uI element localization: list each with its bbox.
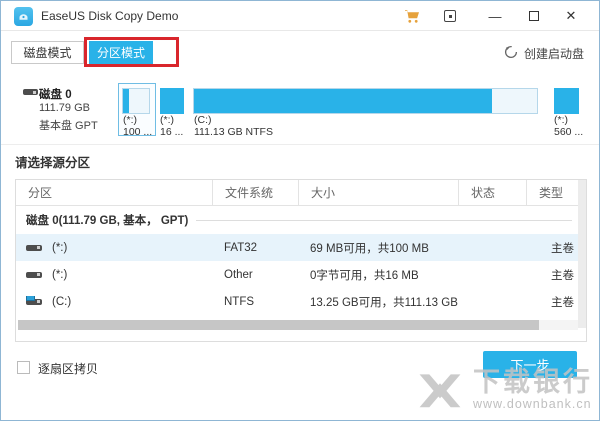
partition-bar-3[interactable] xyxy=(193,88,538,114)
boxed-dot-icon[interactable] xyxy=(439,1,461,31)
partition-table: 分区 文件系统 大小 状态 类型 磁盘 0(111.79 GB, 基本， GPT… xyxy=(15,179,587,342)
watermark-url: www.downbank.cn xyxy=(473,397,592,411)
table-row[interactable]: (C:) NTFS 13.25 GB可用，共111.13 GB 主卷 xyxy=(16,288,586,315)
partition-bar-4[interactable] xyxy=(554,88,579,114)
maximize-button[interactable] xyxy=(523,1,545,31)
disk-group-row: 磁盘 0(111.79 GB, 基本， GPT) xyxy=(16,206,586,234)
header-size: 大小 xyxy=(298,180,458,205)
create-boot-disk-link[interactable]: 创建启动盘 xyxy=(504,45,584,62)
partition-4-label: (*:) xyxy=(554,114,583,126)
partition-1-label: (*:) xyxy=(123,114,152,126)
header-type: 类型 xyxy=(526,180,578,205)
partition-2-size: 16 ... xyxy=(160,126,183,138)
disk-size: 111.79 GB xyxy=(39,102,90,114)
system-drive-icon xyxy=(26,299,42,305)
header-partition: 分区 xyxy=(16,180,212,205)
app-logo-icon xyxy=(14,7,33,26)
drive-icon xyxy=(26,272,42,278)
next-button[interactable]: 下一步 xyxy=(483,351,577,378)
disk-type: 基本盘 GPT xyxy=(39,117,98,133)
partition-4-size: 560 ... xyxy=(554,126,583,138)
partition-2-label: (*:) xyxy=(160,114,183,126)
disk-icon xyxy=(23,89,38,95)
boot-disk-icon xyxy=(504,45,518,62)
partition-3-label: (C:) xyxy=(194,114,273,126)
section-divider xyxy=(1,144,599,145)
partition-3-size: 111.13 GB NTFS xyxy=(194,126,273,138)
table-header: 分区 文件系统 大小 状态 类型 xyxy=(16,180,586,206)
table-row[interactable]: (*:) FAT32 69 MB可用，共100 MB 主卷 xyxy=(16,234,586,261)
tab-partition-mode[interactable]: 分区模式 xyxy=(89,41,153,64)
watermark-x-logo xyxy=(415,369,465,414)
header-filesystem: 文件系统 xyxy=(212,180,298,205)
sector-copy-label: 逐扇区拷贝 xyxy=(38,360,98,377)
section-title: 请选择源分区 xyxy=(15,152,90,171)
horizontal-scrollbar[interactable] xyxy=(18,320,578,330)
sector-copy-checkbox[interactable] xyxy=(17,361,30,374)
partition-bar-2[interactable] xyxy=(160,88,184,114)
partition-1-size: 100 ... xyxy=(123,126,152,138)
cart-icon[interactable] xyxy=(401,1,423,31)
disk-name: 磁盘 0 xyxy=(39,86,72,102)
header-status: 状态 xyxy=(458,180,526,205)
titlebar: EaseUS Disk Copy Demo — ✕ xyxy=(1,1,599,31)
window-title: EaseUS Disk Copy Demo xyxy=(41,9,178,23)
partition-bar-1[interactable] xyxy=(122,88,150,114)
vertical-scrollbar[interactable] xyxy=(578,180,586,328)
close-button[interactable]: ✕ xyxy=(560,1,582,31)
drive-icon xyxy=(26,245,42,251)
app-window: EaseUS Disk Copy Demo — ✕ 磁盘模式 分区模式 创建启动… xyxy=(0,0,600,421)
table-row[interactable]: (*:) Other 0字节可用，共16 MB 主卷 xyxy=(16,261,586,288)
minimize-button[interactable]: — xyxy=(484,1,506,31)
tab-disk-mode[interactable]: 磁盘模式 xyxy=(11,41,84,64)
